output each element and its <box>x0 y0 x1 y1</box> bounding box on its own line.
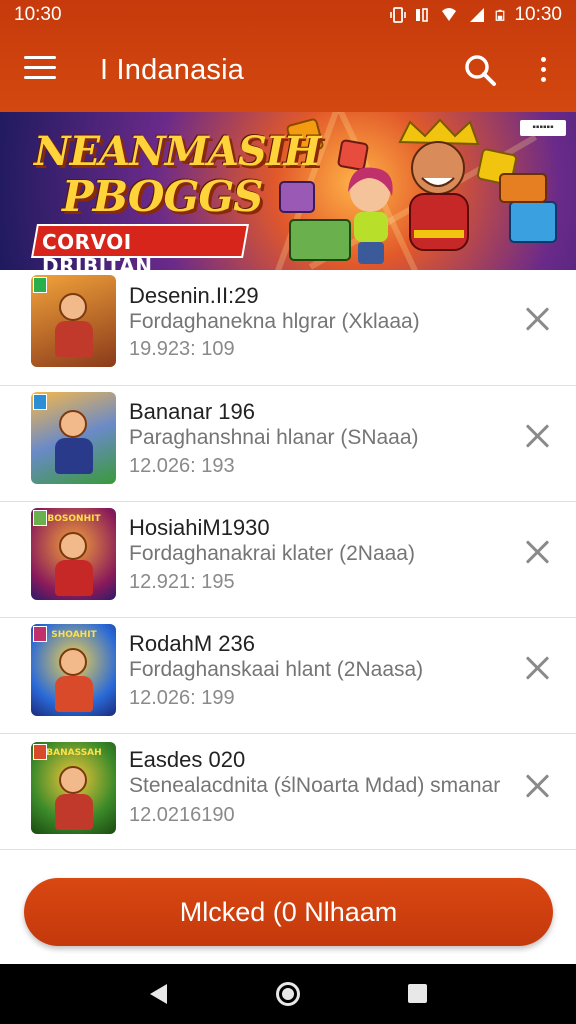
item-description: Fordaghanskaai hlant (2Naasa) <box>129 658 424 681</box>
item-name: Bananar 196 <box>129 399 255 424</box>
status-time: 10:30 <box>14 4 62 25</box>
item-description: Stenealacdnita (ślNoarta Mdad) smanar <box>129 774 501 797</box>
wifi-icon <box>442 8 457 21</box>
list-item[interactable]: BANASSAH Easdes 020 Stenealacdnita (ślNo… <box>0 734 576 850</box>
menu-icon[interactable] <box>24 56 56 82</box>
item-thumbnail: SHOAHIT <box>31 624 116 716</box>
item-thumbnail-label: SHOAHIT <box>51 630 97 640</box>
list-item[interactable]: Bananar 196 Paraghanshnai hlanar (SNaaa)… <box>0 386 576 502</box>
banner-title-line1: NEANMASIH <box>34 128 321 175</box>
list-item[interactable]: BOSONHIT HosiahiM1930 Fordaghanakrai kla… <box>0 502 576 618</box>
vibrate-icon <box>390 7 407 23</box>
item-thumbnail <box>31 275 116 367</box>
list-item[interactable]: Desenin.II:29 Fordaghanekna hlgrar (Xkla… <box>0 270 576 386</box>
item-size: 12.0216190 <box>129 804 235 826</box>
item-description: Fordaghanakrai klater (2Naaa) <box>129 542 415 565</box>
page-title: I Indanasia <box>100 54 245 86</box>
close-icon[interactable] <box>524 422 552 450</box>
system-nav-bar <box>0 964 576 1024</box>
more-vert-icon[interactable] <box>530 54 556 88</box>
item-thumbnail: BANASSAH <box>31 742 116 834</box>
status-clock-right: 10:30 <box>514 4 562 25</box>
nav-home-icon[interactable] <box>276 982 300 1006</box>
item-name: Easdes 020 <box>129 747 246 772</box>
close-icon[interactable] <box>524 772 552 800</box>
search-icon[interactable] <box>462 52 498 88</box>
item-name: RodahM 236 <box>129 631 255 656</box>
promo-banner[interactable]: NEANMASIH PBOGGS CORVOI DRIBITAN ▪▪▪▪▪▪ <box>0 112 576 270</box>
item-size: 12.026: 193 <box>129 455 235 477</box>
signal-icon <box>470 8 485 22</box>
item-thumbnail <box>31 392 116 484</box>
close-icon[interactable] <box>524 654 552 682</box>
item-thumbnail-label: BOSONHIT <box>47 514 101 524</box>
banner-badge: ▪▪▪▪▪▪ <box>520 120 566 136</box>
item-size: 12.921: 195 <box>129 571 235 593</box>
app-bar: I Indanasia <box>0 30 576 112</box>
primary-action-button[interactable]: Mlcked (0 Nlhaam <box>24 878 553 946</box>
bottom-action-area: Mlcked (0 Nlhaam <box>0 858 576 964</box>
close-icon[interactable] <box>524 305 552 333</box>
item-thumbnail-label: BANASSAH <box>46 748 102 758</box>
item-thumbnail: BOSONHIT <box>31 508 116 600</box>
nav-back-icon[interactable] <box>150 984 167 1004</box>
top-app-header: 10:30 10:30 I Indanasia <box>0 0 576 112</box>
battery-saver-icon <box>416 8 429 22</box>
item-name: Desenin.II:29 <box>129 283 259 308</box>
nav-recent-icon[interactable] <box>408 984 427 1003</box>
battery-icon <box>496 9 505 21</box>
list-item[interactable]: SHOAHIT RodahM 236 Fordaghanskaai hlant … <box>0 618 576 734</box>
item-size: 19.923: 109 <box>129 338 235 360</box>
status-icons: 10:30 <box>390 4 562 26</box>
status-bar: 10:30 10:30 <box>0 0 576 30</box>
item-size: 12.026: 199 <box>129 687 235 709</box>
item-description: Fordaghanekna hlgrar (Xklaaa) <box>129 310 420 333</box>
item-description: Paraghanshnai hlanar (SNaaa) <box>129 426 419 449</box>
banner-title-line2: PBOGGS <box>62 172 264 221</box>
item-name: HosiahiM1930 <box>129 515 270 540</box>
banner-ribbon-text: CORVOI DRIBITAN <box>42 230 153 270</box>
close-icon[interactable] <box>524 538 552 566</box>
